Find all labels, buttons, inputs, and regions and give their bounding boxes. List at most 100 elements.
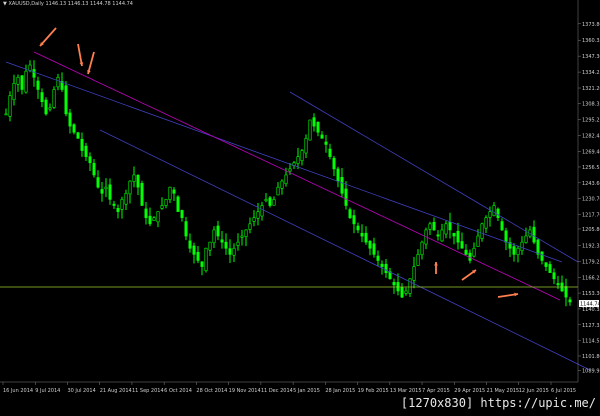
y-tick-label: 1256.55 [582, 165, 600, 171]
candle-body [272, 199, 276, 206]
candle-body [128, 180, 132, 195]
candle-body [552, 272, 556, 280]
candle-body [524, 235, 528, 243]
x-tick-label: 30 Jul 2014 [67, 388, 95, 394]
candle-body [244, 229, 248, 237]
candle-body [288, 168, 292, 172]
candle-body [472, 247, 476, 257]
y-tick-label: 1179.25 [582, 259, 600, 265]
candle-body [400, 287, 404, 298]
y-tick-label: 1321.20 [582, 86, 600, 92]
candle-body [240, 235, 244, 238]
watermark-text: [1270x830] https://upic.me/ [400, 396, 596, 410]
candle-body [328, 148, 332, 157]
candle-body [188, 240, 192, 249]
candle-body [72, 124, 76, 133]
price-chart[interactable]: 1373.80 1360.33 1347.30 1334.23 1321.20 1308.… [0, 0, 600, 412]
candle-body [208, 241, 212, 251]
candle-body [436, 234, 440, 237]
candle-body [20, 75, 24, 90]
current-price-label: 1144.74 [580, 302, 600, 308]
candle-body [460, 241, 464, 249]
candle-body [4, 113, 8, 116]
y-tick-label: 1166.25 [582, 275, 600, 281]
candle-body [252, 217, 256, 222]
candle-body [112, 203, 116, 206]
candle-body [28, 64, 32, 71]
candle-body [296, 156, 300, 164]
candle-body [480, 223, 484, 239]
candle-body [312, 117, 316, 127]
y-tick-label: 1295.25 [582, 118, 600, 124]
y-tick-label: 1089.95 [582, 368, 600, 374]
candle-body [152, 217, 156, 221]
candle-body [380, 263, 384, 267]
y-tick-label: 1140.35 [582, 307, 600, 313]
symbol-ohlc-text: XAUUSD,Daily 1146.13 1146.13 1144.78 114… [8, 1, 133, 7]
chevron-down-icon[interactable]: ▼ [3, 1, 7, 7]
candle-body [556, 283, 560, 286]
candle-body [492, 205, 496, 216]
candle-body [224, 241, 228, 249]
candle-body [80, 138, 84, 151]
x-tick-label: 6 Oct 2014 [164, 388, 192, 394]
candle-body [160, 205, 164, 209]
candle-body [532, 226, 536, 243]
candle-body [332, 157, 336, 170]
y-tick-label: 1347.30 [582, 54, 600, 60]
x-tick-label: 5 Jan 2015 [293, 388, 320, 394]
candle-body [516, 247, 520, 256]
x-tick-label: 7 Apr 2015 [422, 388, 450, 394]
candle-body [176, 196, 180, 212]
candle-body [220, 239, 224, 243]
candle-body [248, 223, 252, 230]
candle-body [68, 112, 72, 127]
candle-body [144, 208, 148, 219]
candle-body [164, 199, 168, 206]
x-tick-label: 13 Mar 2015 [390, 388, 422, 394]
x-tick-label: 16 Jun 2014 [3, 388, 33, 394]
candle-body [568, 299, 572, 303]
candle-body [564, 286, 568, 298]
y-tick-label: 1282.45 [582, 133, 600, 139]
candle-body [520, 241, 524, 251]
x-tick-label: 11 Sep 2014 [132, 388, 164, 394]
candle-body [32, 69, 36, 78]
candle-body [512, 246, 516, 255]
candle-body [352, 215, 356, 225]
x-tick-label: 28 Oct 2014 [196, 388, 227, 394]
x-tick-label: 21 Aug 2014 [100, 388, 132, 394]
y-tick-label: 1217.70 [582, 212, 600, 218]
candle-body [156, 211, 160, 223]
candle-body [456, 230, 460, 243]
y-tick-label: 1373.80 [582, 22, 600, 28]
candle-body [428, 223, 432, 230]
y-tick-label: 1205.80 [582, 227, 600, 233]
x-tick-label: 28 Jan 2015 [325, 388, 355, 394]
candle-body [216, 225, 220, 237]
candle-body [324, 141, 328, 145]
candle-body [488, 211, 492, 218]
candle-body [100, 189, 104, 194]
x-tick-label: 21 May 2015 [487, 388, 520, 394]
candle-body [16, 76, 20, 85]
candle-body [140, 183, 144, 206]
candle-body [44, 99, 48, 115]
candle-body [404, 290, 408, 294]
candle-body [372, 243, 376, 255]
y-tick-label: 1230.70 [582, 197, 600, 203]
candle-body [52, 89, 56, 108]
y-tick-label: 1243.60 [582, 181, 600, 187]
y-tick-label: 1334.23 [582, 70, 600, 76]
candle-body [548, 264, 552, 273]
y-tick-label: 1192.32 [582, 243, 600, 249]
candle-body [344, 188, 348, 206]
candle-body [124, 193, 128, 205]
candle-body [464, 249, 468, 255]
x-tick-label: 19 Nov 2014 [229, 388, 261, 394]
y-tick-label: 1114.55 [582, 338, 600, 344]
symbol-header: ▼ XAUUSD,Daily 1146.13 1146.13 1144.78 1… [3, 1, 133, 7]
candle-body [256, 211, 260, 219]
candle-body [192, 245, 196, 255]
candle-body [64, 85, 68, 115]
